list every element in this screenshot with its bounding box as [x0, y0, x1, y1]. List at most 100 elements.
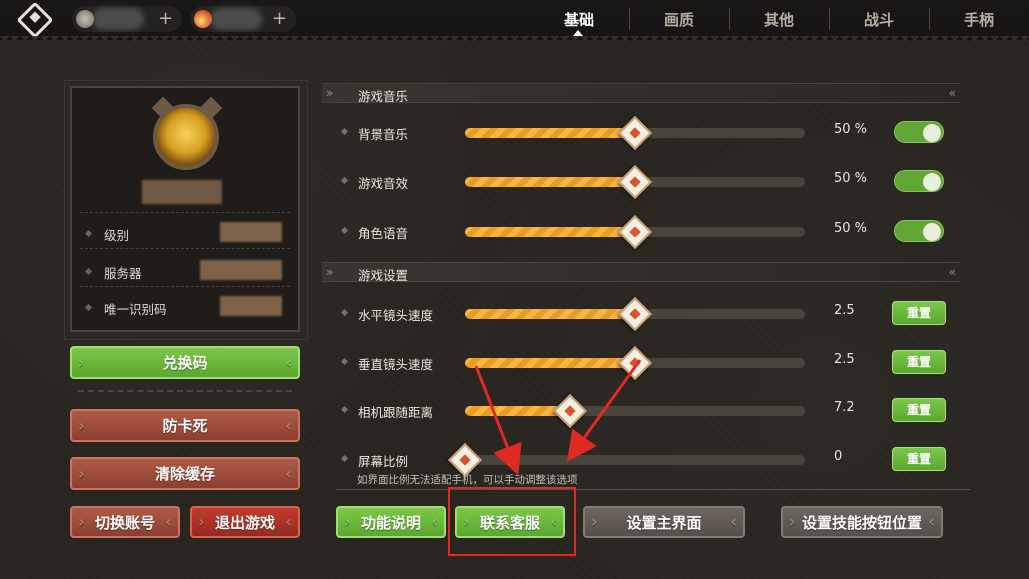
tab-combat[interactable]: 战斗 [829, 9, 929, 30]
v-camera-slider[interactable] [465, 346, 805, 380]
server-row: 服务器 [86, 263, 142, 282]
bgm-label: 背景音乐 [358, 127, 409, 142]
currency-pill-2: + [190, 6, 296, 32]
audio-section-title: 游戏音乐 [358, 89, 409, 104]
top-bar: + + 基础 画质 其他 战斗 手柄 [0, 0, 1029, 40]
camera-distance-slider[interactable] [465, 394, 805, 428]
v-camera-label: 垂直镜头速度 [358, 357, 434, 372]
slider-handle[interactable] [618, 346, 652, 380]
bullet-icon [340, 176, 349, 185]
tab-basic[interactable]: 基础 [529, 9, 629, 30]
slider-handle[interactable] [618, 116, 652, 150]
currency-amount-hidden [92, 8, 144, 30]
slider-handle[interactable] [618, 297, 652, 331]
voice-toggle[interactable] [894, 220, 944, 242]
game-section-title: 游戏设置 [358, 268, 409, 283]
voice-value: 50 % [834, 221, 868, 236]
v-camera-value: 2.5 [834, 352, 855, 367]
setting-row-sfx: 游戏音效 50 % [340, 165, 960, 199]
uid-label: 唯一识别码 [104, 302, 167, 317]
bullet-icon [340, 308, 349, 317]
tab-controller[interactable]: 手柄 [929, 9, 1029, 30]
bgm-toggle[interactable] [894, 121, 944, 143]
server-value-hidden [200, 260, 282, 280]
camera-distance-reset-button[interactable]: 重置 [892, 398, 946, 422]
server-label: 服务器 [104, 266, 142, 281]
bullet-icon [340, 357, 349, 366]
level-value-hidden [220, 222, 282, 242]
slider-fill [465, 177, 635, 187]
slider-handle[interactable] [618, 165, 652, 199]
left-divider [78, 390, 292, 392]
add-currency-1-button[interactable]: + [158, 10, 173, 28]
topbar-border-pattern [0, 36, 1029, 46]
slider-handle[interactable] [618, 215, 652, 249]
game-logo-icon[interactable] [16, 1, 54, 39]
highlight-box [448, 487, 576, 556]
currency-pill-1: + [72, 6, 182, 32]
uid-row: 唯一识别码 [86, 299, 167, 318]
clear-cache-button[interactable]: 清除缓存 [70, 457, 300, 490]
bgm-slider[interactable] [465, 116, 805, 150]
screen-ratio-hint: 如界面比例无法适配手机，可以手动调整该选项 [357, 474, 578, 486]
voice-label: 角色语音 [358, 226, 409, 241]
sfx-label: 游戏音效 [358, 176, 409, 191]
set-main-ui-button[interactable]: 设置主界面 [583, 506, 745, 538]
setting-row-v-camera: 垂直镜头速度 2.5 重置 [340, 346, 960, 380]
chevron-left-icon: « [948, 265, 956, 279]
h-camera-slider[interactable] [465, 297, 805, 331]
avatar[interactable] [153, 104, 219, 170]
screen-ratio-slider[interactable] [448, 443, 805, 477]
profile-divider [80, 212, 290, 213]
bgm-value: 50 % [834, 122, 868, 137]
screen-ratio-reset-button[interactable]: 重置 [892, 447, 946, 471]
voice-slider[interactable] [465, 215, 805, 249]
tab-graphics[interactable]: 画质 [629, 9, 729, 30]
anti-stuck-button[interactable]: 防卡死 [70, 409, 300, 442]
setting-row-h-camera: 水平镜头速度 2.5 重置 [340, 297, 960, 331]
slider-fill [465, 358, 635, 368]
function-help-button[interactable]: 功能说明 [336, 506, 446, 538]
tab-other[interactable]: 其他 [729, 9, 829, 30]
uid-value-hidden [220, 296, 282, 316]
slider-fill [465, 128, 635, 138]
player-name-hidden [142, 180, 222, 204]
slider-handle[interactable] [553, 394, 588, 428]
bullet-icon [340, 127, 349, 136]
h-camera-reset-button[interactable]: 重置 [892, 301, 946, 325]
profile-divider [80, 248, 290, 249]
sfx-toggle[interactable] [894, 170, 944, 192]
toggle-knob [923, 124, 941, 142]
bullet-icon [340, 226, 349, 235]
toggle-knob [923, 223, 941, 241]
slider-fill [465, 309, 635, 319]
setting-row-camera-distance: 相机跟随距离 7.2 重置 [340, 394, 960, 428]
bullet-icon [340, 454, 349, 463]
camera-distance-value: 7.2 [834, 400, 855, 415]
exit-game-button[interactable]: 退出游戏 [190, 506, 300, 538]
sfx-value: 50 % [834, 171, 868, 186]
level-label: 级别 [104, 228, 130, 243]
redeem-code-button[interactable]: 兑换码 [70, 346, 300, 379]
gem-amount-hidden [210, 8, 262, 30]
setting-row-bgm: 背景音乐 50 % [340, 116, 960, 150]
set-skill-button-position-button[interactable]: 设置技能按钮位置 [781, 506, 943, 538]
setting-row-voice: 角色语音 50 % [340, 215, 960, 249]
chevron-right-icon: » [326, 86, 334, 100]
chevron-left-icon: « [948, 86, 956, 100]
bullet-icon [340, 405, 349, 414]
audio-section-header: » 游戏音乐 « [322, 83, 960, 104]
v-camera-reset-button[interactable]: 重置 [892, 350, 946, 374]
h-camera-label: 水平镜头速度 [358, 308, 434, 323]
profile-divider [80, 286, 290, 287]
slider-fill [465, 227, 635, 237]
toggle-knob [923, 173, 941, 191]
game-section-header: » 游戏设置 « [322, 262, 960, 283]
switch-account-button[interactable]: 切换账号 [70, 506, 180, 538]
add-currency-2-button[interactable]: + [272, 10, 287, 28]
h-camera-value: 2.5 [834, 303, 855, 318]
screen-ratio-value: 0 [834, 449, 843, 464]
level-row: 级别 [86, 225, 129, 244]
sfx-slider[interactable] [465, 165, 805, 199]
chevron-right-icon: » [326, 265, 334, 279]
